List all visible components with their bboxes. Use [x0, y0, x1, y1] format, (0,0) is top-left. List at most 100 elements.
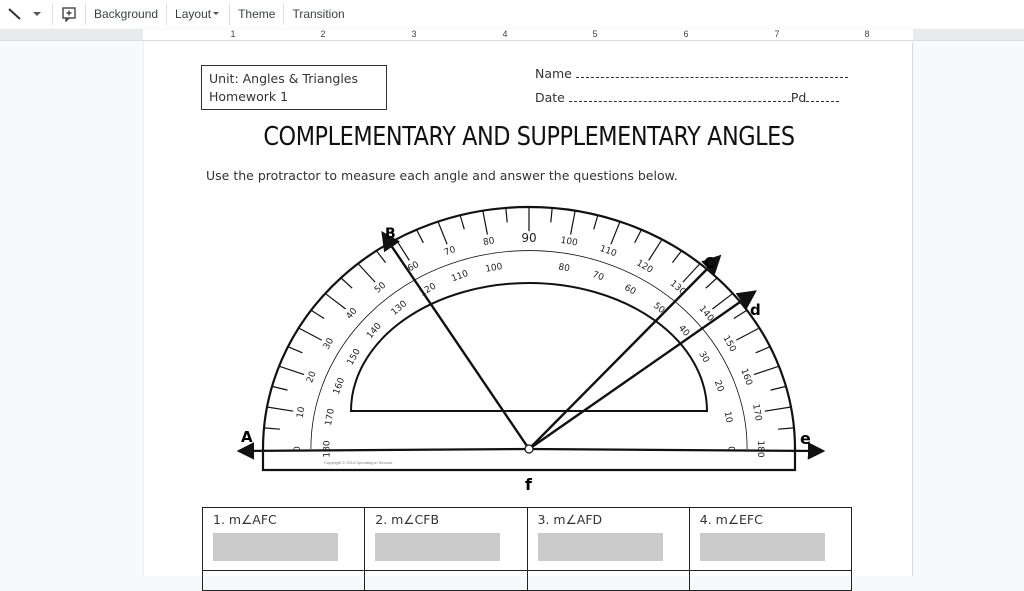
- point-label-f: f: [525, 475, 533, 494]
- transition-label: Transition: [292, 7, 345, 21]
- questions-table: 1. m∠AFC 2. m∠CFB 3. m∠AFD 4. m∠EFC: [201, 507, 853, 591]
- horizontal-ruler[interactable]: 1 2 3 4 5 6 7 8: [0, 29, 1024, 41]
- protractor-tick: [357, 263, 376, 283]
- ruler-number: 8: [864, 29, 870, 39]
- add-comment-icon: [62, 7, 76, 22]
- protractor-tick: [482, 210, 489, 235]
- table-cell: [688, 570, 853, 591]
- point-label-e: e: [800, 429, 811, 448]
- protractor-tick: [550, 207, 553, 223]
- ray-fd: [528, 290, 757, 450]
- ruler-number: 2: [320, 29, 326, 39]
- protractor-tick: [266, 406, 294, 412]
- protractor-tick: [298, 327, 322, 341]
- question-cell: 3. m∠AFD: [526, 507, 690, 571]
- protractor-label-inner: 80: [558, 262, 571, 274]
- protractor-label-inner: 150: [346, 347, 363, 367]
- protractor-tick: [287, 346, 303, 354]
- ray-fa: [236, 442, 530, 460]
- line-tool-button[interactable]: [0, 3, 53, 25]
- table-cell: [526, 570, 690, 591]
- protractor-tick: [505, 207, 508, 223]
- table-cell: [364, 570, 528, 591]
- protractor-tick: [375, 250, 387, 264]
- answer-box[interactable]: [213, 533, 338, 561]
- protractor-label-inner: 110: [450, 269, 470, 284]
- protractor: 0 18010 17020 16030150401405013060120701108…: [236, 205, 826, 472]
- protractor-diagram: 0 18010 17020 16030150401405013060120701108…: [236, 205, 826, 494]
- protractor-tick: [705, 277, 718, 289]
- protractor-label-outer: 50: [373, 280, 388, 295]
- protractor-tick: [263, 427, 280, 430]
- protractor-scale-arc: [310, 250, 748, 450]
- point-label-c: C: [704, 254, 715, 272]
- protractor-label-inner: 140: [365, 321, 384, 341]
- protractor-tick: [671, 250, 683, 264]
- protractor-label-outer: 10: [296, 406, 308, 419]
- ruler-number: 1: [230, 29, 236, 39]
- protractor-label-outer: 130: [668, 279, 688, 298]
- protractor-label-outer: 70: [443, 245, 457, 258]
- transition-button[interactable]: Transition: [284, 3, 352, 25]
- protractor-label-inner: 20: [712, 379, 725, 393]
- protractor-tick: [593, 215, 599, 230]
- protractor-label-inner: 130: [390, 299, 410, 318]
- ruler-number: 5: [592, 29, 598, 39]
- protractor-tick: [416, 229, 424, 244]
- ruler-number: 6: [683, 29, 689, 39]
- protractor-tick: [340, 277, 353, 289]
- protractor-label-inner: 180: [322, 440, 332, 457]
- protractor-tick: [648, 239, 663, 261]
- ray-fe: [528, 442, 826, 460]
- protractor-tick: [278, 365, 305, 376]
- answer-box[interactable]: [537, 533, 663, 561]
- point-label-b: B: [385, 226, 396, 242]
- ruler-number: 7: [774, 29, 780, 39]
- layout-button[interactable]: Layout: [167, 3, 231, 25]
- question-cell: 1. m∠AFC: [201, 507, 366, 571]
- layout-label: Layout: [175, 7, 212, 21]
- protractor-label-outer: 80: [482, 236, 495, 248]
- protractor-tick: [755, 346, 771, 354]
- ruler-page-area: [143, 29, 913, 40]
- protractor-tick: [310, 309, 325, 320]
- ruler-number: 4: [502, 29, 508, 39]
- ruler-number: 3: [411, 29, 417, 39]
- protractor-tick: [736, 327, 760, 341]
- add-comment-button[interactable]: [53, 3, 86, 25]
- slide-canvas[interactable]: Unit: Angles & Triangles Homework 1 Name…: [143, 42, 913, 591]
- ray-fc: [528, 254, 722, 450]
- question-label: 3. m∠AFD: [537, 512, 603, 527]
- point-label-d: d: [750, 301, 761, 319]
- protractor-label-outer: 180: [755, 440, 765, 457]
- toolbar: Background Layout Theme Transition: [0, 0, 1024, 28]
- protractor-tick: [271, 385, 288, 391]
- protractor-label-outer: 110: [598, 244, 618, 259]
- question-label: 1. m∠AFC: [213, 512, 277, 527]
- protractor-label-inner: 100: [485, 262, 504, 275]
- protractor-label-outer: 150: [720, 334, 737, 354]
- protractor-tick: [569, 210, 576, 235]
- question-label: 2. m∠CFB: [375, 512, 440, 527]
- theme-button[interactable]: Theme: [230, 3, 285, 25]
- protractor-tick: [634, 229, 642, 244]
- protractor-label-inner: 10: [722, 411, 734, 424]
- protractor-tick: [459, 215, 465, 230]
- answer-box[interactable]: [375, 533, 501, 561]
- copyright-text: Copyright © 2014 Sprouting in Second: [324, 460, 392, 465]
- protractor-tick: [733, 309, 748, 320]
- protractor-label-outer: 120: [635, 258, 655, 275]
- protractor-tick: [437, 221, 448, 245]
- protractor-label-inner: 70: [591, 270, 605, 283]
- answer-box[interactable]: [699, 533, 825, 561]
- table-cell: [201, 570, 366, 591]
- question-label: 4. m∠EFC: [699, 512, 763, 527]
- protractor-tick: [610, 221, 621, 245]
- protractor-label-outer: 20: [305, 370, 318, 384]
- protractor-label-inner: 170: [324, 408, 337, 427]
- background-button[interactable]: Background: [86, 3, 168, 25]
- protractor-label-outer: 170: [750, 403, 763, 422]
- theme-label: Theme: [238, 7, 276, 21]
- ray-fb: [381, 231, 530, 450]
- protractor-label-inner: 160: [332, 376, 347, 396]
